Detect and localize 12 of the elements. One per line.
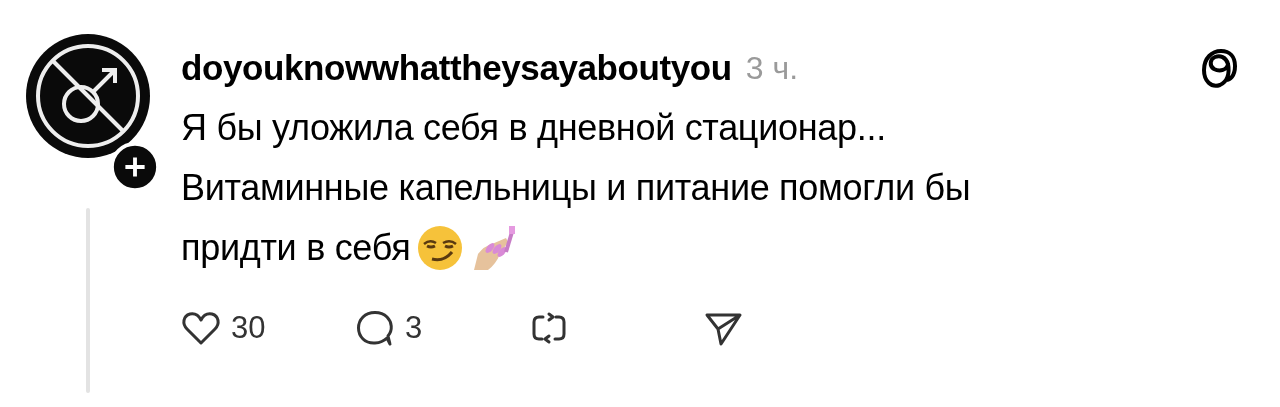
username[interactable]: doyouknowwhattheysayaboutyou xyxy=(181,48,732,88)
post-text: Витаминные капельницы и питание помогли бы xyxy=(181,166,971,210)
post-text: Я бы уложила себя в дневной стационар... xyxy=(181,106,886,150)
post-time: 3 ч. xyxy=(745,49,799,87)
action-count: 30 xyxy=(231,310,266,346)
action-count: 3 xyxy=(405,310,423,346)
follow-plus-icon[interactable] xyxy=(110,142,160,192)
avatar-icon[interactable] xyxy=(26,34,150,158)
post-text: придти в себя xyxy=(181,226,411,270)
smirk-face-icon xyxy=(416,224,465,272)
comment-icon[interactable] xyxy=(355,308,395,348)
logo-icon[interactable] xyxy=(1200,46,1240,90)
